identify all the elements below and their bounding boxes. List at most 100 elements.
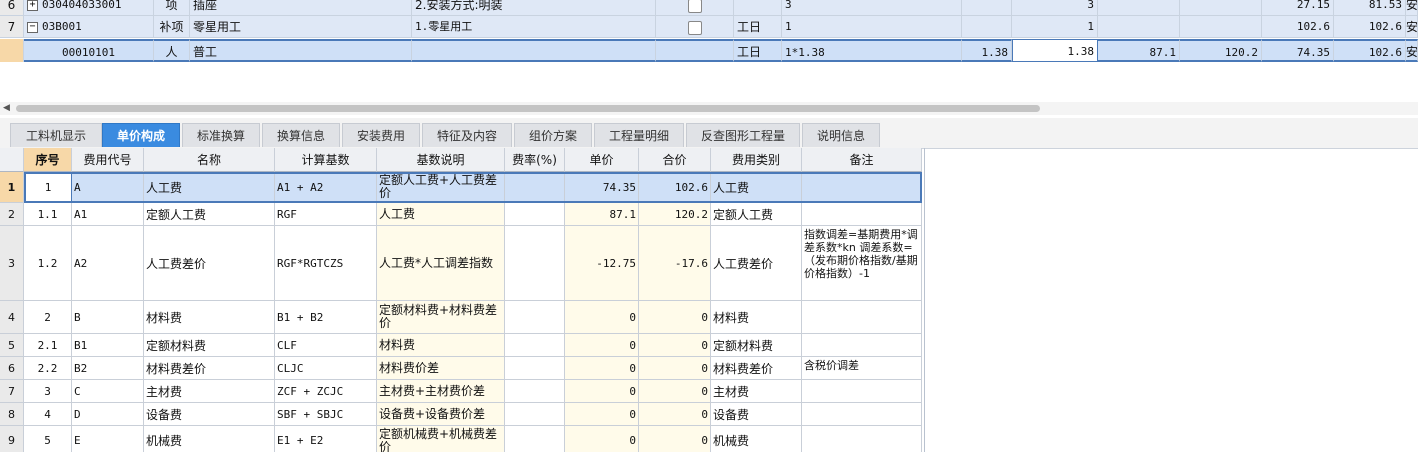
col-header-unit-price[interactable]: 单价 [565, 148, 639, 172]
row-number: 6 [0, 0, 24, 16]
item-name: 插座 [190, 0, 412, 16]
base-cell[interactable]: RGF [275, 203, 377, 226]
row-number[interactable]: 7 [0, 380, 24, 403]
table-row-selected[interactable]: 1 1 A 人工费 A1 + A2 定额人工费+人工费差价 74.35 102.6 人工费 [0, 172, 924, 203]
row-number[interactable]: 2 [0, 203, 24, 226]
checkbox[interactable] [687, 20, 702, 35]
col-header-rate[interactable]: 费率(%) [505, 148, 565, 172]
col-header-name[interactable]: 名称 [144, 148, 275, 172]
quantity[interactable]: 1 [1012, 16, 1098, 38]
row-number[interactable]: 5 [0, 334, 24, 357]
rate-cell[interactable] [505, 203, 565, 226]
table-row[interactable]: 2 1.1 A1 定额人工费 RGF 人工费 87.1 120.2 定额人工费 [0, 203, 924, 226]
rate-cell[interactable] [505, 334, 565, 357]
table-row[interactable]: 5 2.1 B1 定额材料费 CLF 材料费 0 0 定额材料费 [0, 334, 924, 357]
rate-cell[interactable] [505, 426, 565, 452]
tab-reverse-lookup-quantity[interactable]: 反查图形工程量 [686, 123, 800, 147]
base-cell[interactable]: CLF [275, 334, 377, 357]
base-cell[interactable]: E1 + E2 [275, 426, 377, 452]
note-cell[interactable] [802, 426, 922, 452]
base-cell[interactable]: CLJC [275, 357, 377, 380]
col-header-base[interactable]: 计算基数 [275, 148, 377, 172]
tab-features-content[interactable]: 特征及内容 [422, 123, 512, 147]
note-cell[interactable] [802, 403, 922, 426]
horizontal-scrollbar[interactable]: ◀ [0, 102, 1418, 115]
base-cell[interactable]: SBF + SBJC [275, 403, 377, 426]
seq-cell: 3 [24, 380, 72, 403]
note-cell[interactable] [802, 380, 922, 403]
tab-standard-conversion[interactable]: 标准换算 [182, 123, 260, 147]
tab-installation-fee[interactable]: 安装费用 [342, 123, 420, 147]
row-number[interactable]: 3 [0, 226, 24, 301]
tab-quantity-detail[interactable]: 工程量明细 [594, 123, 684, 147]
table-row[interactable]: 9 5 E 机械费 E1 + E2 定额机械费+机械费差价 0 0 机械费 [0, 426, 924, 452]
base-desc-cell: 定额人工费+人工费差价 [377, 172, 505, 203]
col-header-total[interactable]: 合价 [639, 148, 711, 172]
table-row[interactable]: 4 2 B 材料费 B1 + B2 定额材料费+材料费差价 0 0 材料费 [0, 301, 924, 334]
item-type: 项 [154, 0, 190, 16]
row-number[interactable]: 8 [0, 403, 24, 426]
table-row[interactable]: 6 +030404033001 项 插座 2.安装方式:明装 3 3 27.15… [0, 0, 1418, 16]
code-cell: A2 [72, 226, 144, 301]
row-number[interactable]: 9 [0, 426, 24, 452]
table-row[interactable]: 6 2.2 B2 材料费差价 CLJC 材料费价差 0 0 材料费差价 含税价调差 [0, 357, 924, 380]
unit-price-cell: -12.75 [565, 226, 639, 301]
table-row[interactable]: 3 1.2 A2 人工费差价 RGF*RGTCZS 人工费*人工调差指数 -12.75 -17… [0, 226, 924, 301]
tab-resource-display[interactable]: 工料机显示 [10, 123, 102, 147]
code-cell: B2 [72, 357, 144, 380]
col-header-seq[interactable]: 序号 [24, 148, 72, 172]
rate-cell[interactable] [505, 226, 565, 301]
tab-bar: 工料机显示 单价构成 标准换算 换算信息 安装费用 特征及内容 组价方案 工程量… [0, 118, 1418, 149]
category-cell: 定额材料费 [711, 334, 802, 357]
rate-cell[interactable] [505, 403, 565, 426]
quantity[interactable]: 3 [1012, 0, 1098, 16]
qty-expression[interactable]: 1 [782, 16, 962, 38]
table-row[interactable]: 8 4 D 设备费 SBF + SBJC 设备费+设备费价差 0 0 设备费 [0, 403, 924, 426]
qty-expression[interactable]: 1*1.38 [782, 39, 962, 62]
rate-cell[interactable] [505, 172, 565, 203]
code-cell: A1 [72, 203, 144, 226]
tab-unit-price-composition[interactable]: 单价构成 [102, 123, 180, 147]
col-header-base-desc[interactable]: 基数说明 [377, 148, 505, 172]
col-header-note[interactable]: 备注 [802, 148, 922, 172]
col-header-code[interactable]: 费用代号 [72, 148, 144, 172]
base-cell[interactable]: B1 + B2 [275, 301, 377, 334]
note-cell[interactable]: 含税价调差 [802, 357, 922, 380]
price-2 [1180, 16, 1262, 38]
note-cell[interactable]: 指数调差=基期费用*调差系数*kn 调差系数=（发布期价格指数/基期价格指数）-… [802, 226, 922, 301]
tab-conversion-info[interactable]: 换算信息 [262, 123, 340, 147]
note-cell[interactable] [802, 203, 922, 226]
rate-cell[interactable] [505, 301, 565, 334]
quantity-input[interactable]: 1.38 [1012, 39, 1098, 62]
table-row-selected[interactable]: 00010101 人 普工 工日 1*1.38 1.38 1.38 87.1 1… [0, 39, 1418, 62]
item-name: 零星用工 [190, 16, 412, 38]
seq-cell: 4 [24, 403, 72, 426]
table-row[interactable]: 7 −03B001 补项 零星用工 1.零星用工 工日 1 1 102.6 10… [0, 16, 1418, 38]
note-cell[interactable] [802, 301, 922, 334]
base-cell[interactable]: A1 + A2 [275, 172, 377, 203]
row-number[interactable]: 6 [0, 357, 24, 380]
qty-expression[interactable]: 3 [782, 0, 962, 16]
expand-icon[interactable]: + [27, 0, 38, 11]
rate-cell[interactable] [505, 380, 565, 403]
base-cell[interactable]: RGF*RGTCZS [275, 226, 377, 301]
tab-pricing-scheme[interactable]: 组价方案 [514, 123, 592, 147]
checkbox[interactable] [687, 0, 702, 13]
collapse-icon[interactable]: − [27, 21, 38, 33]
scroll-left-icon[interactable]: ◀ [3, 103, 10, 113]
item-code: 030404033001 [42, 0, 122, 11]
row-number[interactable]: 1 [0, 172, 24, 203]
unit-price-cell: 0 [565, 301, 639, 334]
tab-description-info[interactable]: 说明信息 [802, 123, 880, 147]
scrollbar-thumb[interactable] [16, 105, 1040, 112]
table-row[interactable]: 7 3 C 主材费 ZCF + ZCJC 主材费+主材费价差 0 0 主材费 [0, 380, 924, 403]
rate-cell[interactable] [505, 357, 565, 380]
category-cell: 定额人工费 [711, 203, 802, 226]
col-header-category[interactable]: 费用类别 [711, 148, 802, 172]
base-cell[interactable]: ZCF + ZCJC [275, 380, 377, 403]
note-cell[interactable] [802, 334, 922, 357]
note-cell[interactable] [802, 172, 922, 203]
row-number[interactable]: 4 [0, 301, 24, 334]
price-3: 102.6 [1262, 16, 1334, 38]
item-feature: 2.安装方式:明装 [412, 0, 656, 16]
